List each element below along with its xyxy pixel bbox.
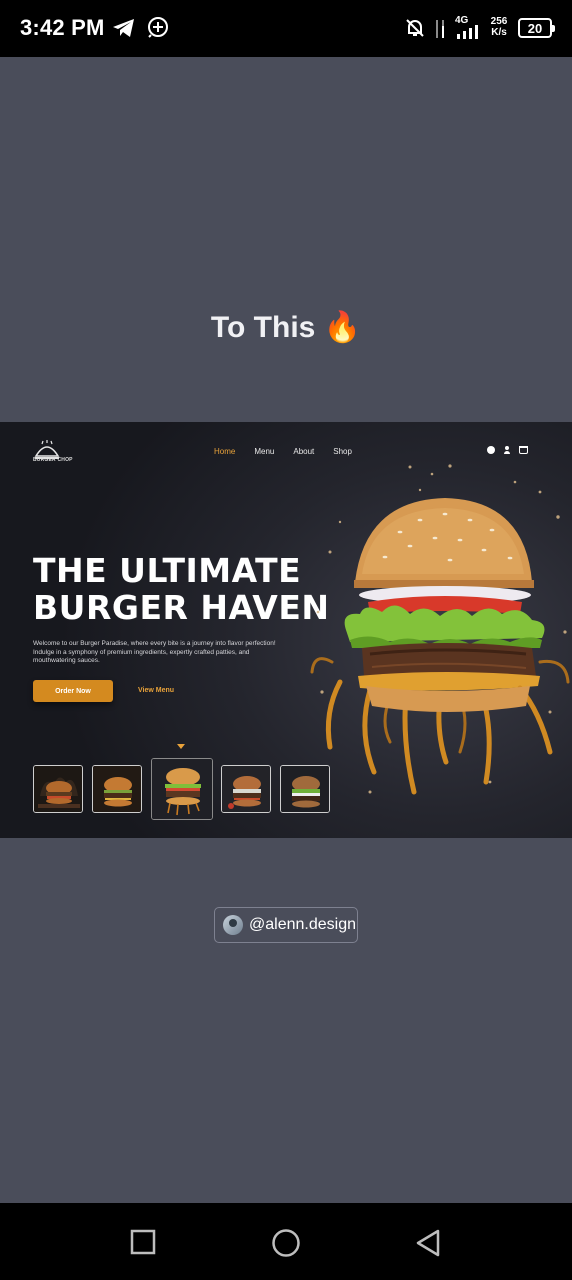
description-line-2: Indulge in a symphony of premium ingredi… [33,648,250,656]
credit-handle: @alenn.design [249,916,356,933]
avatar [223,915,243,935]
logo-text: BURGER CHOP [33,457,73,463]
nav-home[interactable]: Home [214,447,235,456]
bell-off-icon [406,19,424,37]
fire-emoji: 🔥 [323,311,362,344]
cart-icon[interactable] [519,446,528,454]
hero-burger-image [310,464,570,795]
status-bar: 3:42 PM 4G 256 K/s 20 [0,0,572,57]
description-line-1: Welcome to our Burger Paradise, where ev… [33,640,276,647]
hero-description: Welcome to our Burger Paradise, where ev… [33,640,323,666]
data-arrows-icon [436,20,444,38]
nav-about[interactable]: About [293,447,314,456]
burger-thumbnail-4-image [222,766,270,812]
nav-icons [487,446,528,454]
caption: To This 🔥 [0,310,572,345]
view-menu-link[interactable]: View Menu [138,687,174,694]
hero-headline: THE ULTIMATE BURGER HAVEN [33,552,330,626]
home-circle-icon[interactable] [271,1228,301,1258]
selected-thumbnail-caret-icon [177,744,185,749]
description-line-3: mouthwatering sauces. [33,657,100,664]
net-speed-value: 256 [490,16,508,27]
website-hero: BURGER CHOP Home Menu About Shop THE ULT… [0,422,572,838]
notification-plus-icon [148,17,168,38]
burger-thumbnail-1[interactable] [33,765,83,813]
signal-icon [457,25,478,39]
main-nav: Home Menu About Shop [214,447,352,456]
search-icon[interactable] [487,446,495,454]
burger-thumbnail-3-image [152,759,212,819]
user-icon[interactable] [504,446,510,454]
back-triangle-icon[interactable] [414,1228,442,1258]
burger-thumbnail-2-image [93,766,141,812]
system-nav-bar [0,1203,572,1280]
burger-thumbnail-4[interactable] [221,765,271,813]
telegram-icon [113,19,134,37]
nav-menu[interactable]: Menu [254,447,274,456]
battery-icon: 20 [518,18,555,38]
burger-thumbnail-3-selected[interactable] [151,758,213,820]
caption-text: To This [210,311,316,344]
net-speed: 256 K/s [488,16,510,38]
nav-shop[interactable]: Shop [333,447,352,456]
burger-thumbnail-2[interactable] [92,765,142,813]
credit-badge[interactable]: @alenn.design [214,907,358,943]
headline-line-1: THE ULTIMATE [33,551,302,590]
headline-line-2: BURGER HAVEN [33,588,330,627]
status-time: 3:42 PM [20,15,105,40]
recents-square-icon[interactable] [130,1229,156,1255]
net-speed-unit: K/s [491,27,507,38]
order-now-button[interactable]: Order Now [33,680,113,702]
burger-thumbnail-1-image [34,766,82,812]
battery-level: 20 [527,20,543,36]
